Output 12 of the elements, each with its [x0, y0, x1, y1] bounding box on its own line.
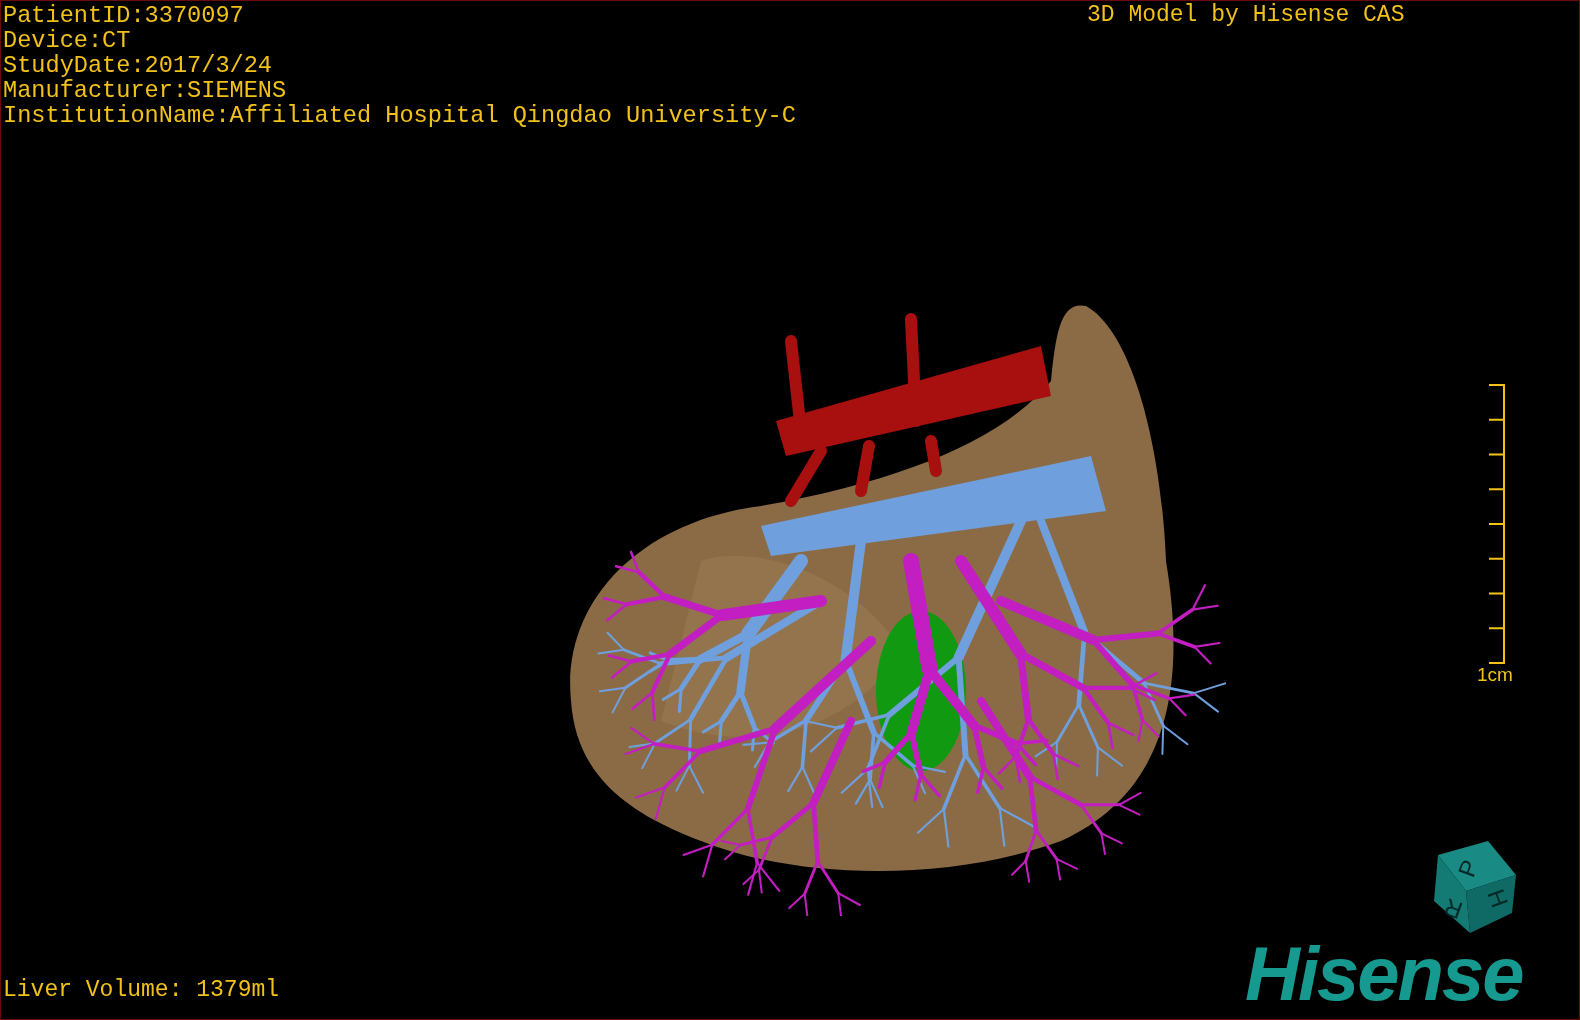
cube-face-label: R	[1440, 893, 1467, 925]
info-line: Manufacturer:SIEMENS	[3, 78, 288, 103]
cube-face-label: H	[1482, 885, 1514, 912]
window-title: 3D Model by Hisense CAS	[1087, 3, 1405, 28]
brand-logo: Hisense	[1245, 939, 1523, 1009]
info-line: PatientID:3370097	[3, 3, 245, 28]
cube-face-label: P	[1452, 856, 1484, 881]
info-line: InstitutionName:Affiliated Hospital Qingdao University-C	[3, 103, 796, 128]
info-line: Device:CT	[3, 28, 132, 53]
info-line: StudyDate:2017/3/24	[3, 53, 273, 78]
scale-label: 1cm	[1477, 664, 1513, 686]
liver-volume-text: Liver Volume: 1379ml	[3, 978, 280, 1003]
